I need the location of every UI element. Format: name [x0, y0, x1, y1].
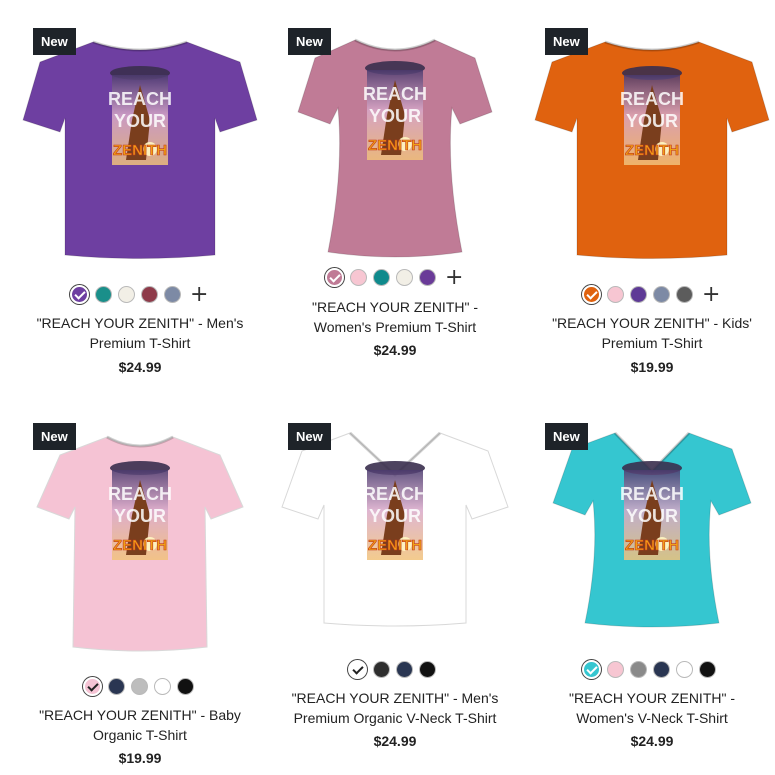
- product-name-line1: "REACH YOUR ZENITH" - Men's: [291, 690, 499, 706]
- product-name-line1: "REACH YOUR ZENITH" -: [568, 690, 736, 706]
- product-name-line2: Organic T-Shirt: [93, 727, 187, 743]
- product-name[interactable]: "REACH YOUR ZENITH" - Kids' Premium T-Sh…: [527, 313, 775, 353]
- more-colors-plus-icon[interactable]: +: [190, 283, 208, 305]
- product-image[interactable]: REACHYOUR ZENITH: [270, 20, 520, 280]
- shirt-print: REACHYOUR ZENITH: [620, 66, 684, 165]
- print-text-line3: ZENITH: [625, 537, 679, 554]
- new-badge: New: [33, 423, 76, 450]
- print-text-line1: REACH: [108, 89, 172, 109]
- color-swatch[interactable]: [653, 286, 670, 303]
- product-name[interactable]: "REACH YOUR ZENITH" - Men's Premium T-Sh…: [15, 313, 265, 353]
- product-name[interactable]: "REACH YOUR ZENITH" - Women's Premium T-…: [270, 297, 520, 337]
- print-text-line1: REACH: [620, 89, 684, 109]
- product-price: $24.99: [630, 733, 674, 749]
- more-colors-plus-icon[interactable]: +: [445, 266, 463, 288]
- shirt-print: REACHYOUR ZENITH: [363, 61, 427, 160]
- print-text-line3: ZENITH: [368, 537, 422, 554]
- print-text-line2: YOUR: [626, 111, 678, 131]
- print-text-line2: YOUR: [114, 506, 166, 526]
- product-image[interactable]: REACHYOUR ZENITH: [527, 415, 775, 675]
- color-swatch[interactable]: [607, 661, 624, 678]
- color-swatch[interactable]: [373, 661, 390, 678]
- product-name-line2: Premium T-Shirt: [89, 335, 191, 351]
- color-swatch[interactable]: [630, 286, 647, 303]
- color-swatch[interactable]: [83, 677, 102, 696]
- print-text-line1: REACH: [620, 484, 684, 504]
- product-image[interactable]: REACHYOUR ZENITH: [527, 20, 775, 280]
- product-name[interactable]: "REACH YOUR ZENITH" - Men's Premium Orga…: [270, 688, 520, 728]
- color-swatch[interactable]: [164, 286, 181, 303]
- product-price: $19.99: [630, 359, 674, 375]
- color-swatch[interactable]: [177, 678, 194, 695]
- color-swatch[interactable]: [350, 269, 367, 286]
- more-colors-plus-icon[interactable]: +: [702, 283, 720, 305]
- print-text-line3: ZENITH: [113, 142, 167, 159]
- product-name-line2: Women's Premium T-Shirt: [313, 319, 477, 335]
- new-badge: New: [288, 423, 331, 450]
- print-text-line1: REACH: [363, 84, 427, 104]
- color-swatch[interactable]: [676, 661, 693, 678]
- color-swatch[interactable]: [653, 661, 670, 678]
- shirt-print: REACHYOUR ZENITH: [108, 461, 172, 560]
- new-badge: New: [288, 28, 331, 55]
- product-image[interactable]: REACHYOUR ZENITH: [270, 415, 520, 675]
- color-swatch[interactable]: [348, 660, 367, 679]
- new-badge: New: [545, 28, 588, 55]
- color-swatch[interactable]: [95, 286, 112, 303]
- product-price: $24.99: [373, 733, 417, 749]
- color-swatch[interactable]: [419, 661, 436, 678]
- new-badge: New: [545, 423, 588, 450]
- color-swatch[interactable]: [396, 661, 413, 678]
- product-name-line2: Premium Organic V-Neck T-Shirt: [293, 710, 497, 726]
- print-text-line2: YOUR: [626, 506, 678, 526]
- color-swatches: [348, 660, 436, 679]
- product-name[interactable]: "REACH YOUR ZENITH" - Women's V-Neck T-S…: [527, 688, 775, 728]
- product-name-line1: "REACH YOUR ZENITH" -: [311, 299, 479, 315]
- color-swatch[interactable]: [699, 661, 716, 678]
- color-swatch[interactable]: [154, 678, 171, 695]
- color-swatch[interactable]: [141, 286, 158, 303]
- shirt-print: REACHYOUR ZENITH: [620, 461, 684, 560]
- product-name-line1: "REACH YOUR ZENITH" - Kids': [552, 315, 752, 331]
- print-text-line2: YOUR: [114, 111, 166, 131]
- product-name[interactable]: "REACH YOUR ZENITH" - Baby Organic T-Shi…: [15, 705, 265, 745]
- color-swatch[interactable]: [419, 269, 436, 286]
- product-name-line2: Premium T-Shirt: [601, 335, 703, 351]
- print-text-line2: YOUR: [369, 506, 421, 526]
- product-name-line2: Women's V-Neck T-Shirt: [576, 710, 728, 726]
- color-swatch[interactable]: [108, 678, 125, 695]
- product-price: $24.99: [373, 342, 417, 358]
- color-swatch[interactable]: [582, 285, 601, 304]
- color-swatch[interactable]: [607, 286, 624, 303]
- color-swatch[interactable]: [676, 286, 693, 303]
- shirt-print: REACHYOUR ZENITH: [108, 66, 172, 165]
- product-name-line1: "REACH YOUR ZENITH" - Baby: [39, 707, 241, 723]
- product-name-line1: "REACH YOUR ZENITH" - Men's: [36, 315, 244, 331]
- shirt-print: REACHYOUR ZENITH: [363, 461, 427, 560]
- color-swatches: +: [582, 283, 720, 305]
- product-image[interactable]: REACHYOUR ZENITH: [15, 415, 265, 675]
- product-price: $19.99: [118, 750, 162, 766]
- print-text-line1: REACH: [363, 484, 427, 504]
- print-text-line3: ZENITH: [625, 142, 679, 159]
- color-swatch[interactable]: [131, 678, 148, 695]
- color-swatch[interactable]: [373, 269, 390, 286]
- print-text-line3: ZENITH: [368, 137, 422, 154]
- print-text-line2: YOUR: [369, 106, 421, 126]
- product-price: $24.99: [118, 359, 162, 375]
- color-swatch[interactable]: [70, 285, 89, 304]
- print-text-line3: ZENITH: [113, 537, 167, 554]
- new-badge: New: [33, 28, 76, 55]
- color-swatches: +: [70, 283, 208, 305]
- color-swatch[interactable]: [630, 661, 647, 678]
- color-swatch[interactable]: [118, 286, 135, 303]
- color-swatches: [582, 660, 716, 679]
- color-swatch[interactable]: [396, 269, 413, 286]
- print-text-line1: REACH: [108, 484, 172, 504]
- color-swatches: [83, 677, 194, 696]
- color-swatch[interactable]: [325, 268, 344, 287]
- color-swatches: +: [325, 266, 463, 288]
- color-swatch[interactable]: [582, 660, 601, 679]
- product-image[interactable]: REACHYOUR ZENITH: [15, 20, 265, 280]
